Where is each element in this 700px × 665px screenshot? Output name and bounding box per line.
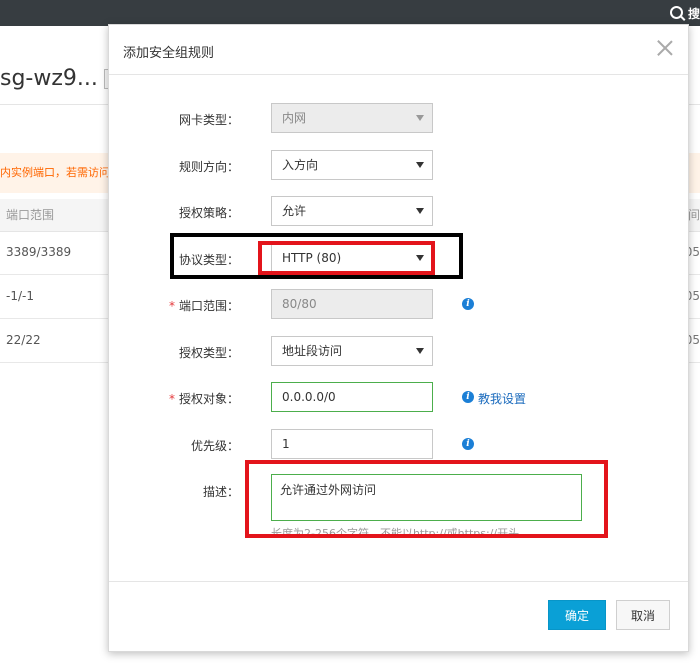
info-icon: i [462, 391, 474, 403]
port-range-label: * 端口范围： [168, 299, 239, 313]
description-label: 描述： [202, 485, 239, 499]
dialog-title: 添加安全组规则 [123, 46, 215, 61]
annotation-red-box [245, 460, 608, 538]
required-mark: * [168, 392, 175, 406]
direction-value: 入方向 [282, 158, 319, 172]
add-security-rule-dialog: 添加安全组规则 网卡类型： 内网 规则方向： 入方向 授权策略： 允许 协议类型… [108, 24, 689, 652]
priority-input[interactable]: 1 [271, 429, 433, 459]
chevron-down-icon [416, 115, 424, 121]
cell-port-range: -1/-1 [6, 289, 34, 303]
info-icon[interactable]: i [462, 438, 474, 450]
search-label: 搜 [687, 7, 700, 21]
chevron-down-icon [416, 162, 424, 168]
cancel-button[interactable]: 取消 [616, 600, 670, 630]
security-group-title: sg-wz9... [0, 66, 98, 91]
dialog-header: 添加安全组规则 [109, 25, 688, 75]
top-nav-bar: 搜 [0, 0, 700, 26]
auth-object-input[interactable]: 0.0.0.0/0 [271, 382, 433, 412]
nic-type-select: 内网 [271, 103, 433, 133]
footer-divider [109, 581, 688, 582]
nic-type-label: 网卡类型： [178, 113, 239, 127]
auth-object-value: 0.0.0.0/0 [282, 390, 336, 404]
priority-label: 优先级： [190, 439, 239, 453]
chevron-down-icon [416, 208, 424, 214]
chevron-down-icon [416, 348, 424, 354]
annotation-red-box [258, 241, 435, 275]
search-button[interactable]: 搜 [669, 5, 700, 22]
port-range-value: 80/80 [282, 297, 317, 311]
info-icon[interactable]: i [462, 298, 474, 310]
confirm-button[interactable]: 确定 [548, 600, 606, 630]
close-icon[interactable] [656, 39, 674, 57]
column-port-range: 端口范围 [6, 208, 55, 222]
help-me-configure-link[interactable]: 教我设置 [478, 390, 526, 407]
notice-text: 内实例端口，若需访问 [0, 166, 110, 179]
direction-select[interactable]: 入方向 [271, 150, 433, 180]
auth-type-label: 授权类型： [178, 346, 239, 360]
column-time: 间 [687, 208, 700, 222]
policy-select[interactable]: 允许 [271, 196, 433, 226]
search-icon [669, 6, 683, 19]
cell-port-range: 22/22 [6, 333, 41, 347]
port-range-input: 80/80 [271, 289, 433, 319]
required-mark: * [168, 299, 175, 313]
policy-value: 允许 [282, 204, 307, 218]
cell-port-range: 3389/3389 [6, 245, 72, 259]
direction-label: 规则方向： [178, 160, 239, 174]
policy-label: 授权策略： [178, 206, 239, 220]
auth-type-select[interactable]: 地址段访问 [271, 336, 433, 366]
nic-type-value: 内网 [282, 111, 307, 125]
auth-type-value: 地址段访问 [282, 344, 343, 358]
priority-value: 1 [282, 437, 290, 451]
auth-object-label: * 授权对象： [168, 392, 239, 406]
